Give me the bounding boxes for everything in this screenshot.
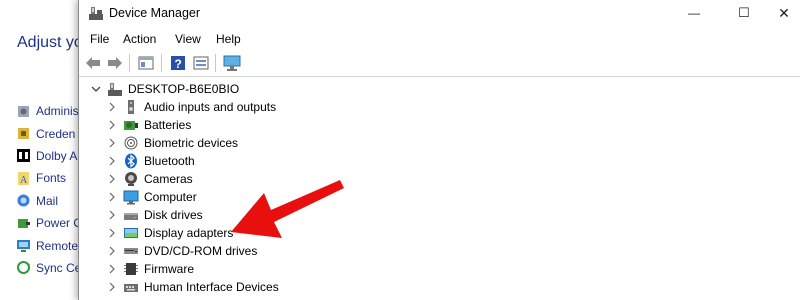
credential-manager-icon <box>16 126 31 141</box>
toolbar-separator <box>129 54 130 72</box>
control-panel-item-mail[interactable]: Mail <box>16 190 83 212</box>
fingerprint-icon <box>123 135 139 151</box>
close-button[interactable]: ✕ <box>769 3 799 23</box>
admin-tools-icon <box>16 104 31 119</box>
control-panel-window: Adjust yo Adminis Creden Dolby A A Fonts <box>0 0 83 300</box>
control-panel-list: Adminis Creden Dolby A A Fonts Mail Powe… <box>16 100 83 279</box>
properties-icon[interactable] <box>137 54 155 72</box>
tree-item-firmware[interactable]: Firmware <box>107 260 194 278</box>
toolbar-separator <box>215 54 216 72</box>
tree-item-label: Cameras <box>144 172 193 186</box>
toolbar: ? <box>79 50 800 77</box>
maximize-button[interactable]: ☐ <box>729 3 759 23</box>
hid-icon <box>123 279 139 295</box>
control-panel-item-fonts[interactable]: A Fonts <box>16 167 83 189</box>
bluetooth-icon <box>123 153 139 169</box>
tree-item-hid[interactable]: Human Interface Devices <box>107 278 279 296</box>
tree-item-batteries[interactable]: Batteries <box>107 116 191 134</box>
device-tree: DESKTOP-B6E0BIO Audio inputs and outputs… <box>79 77 800 300</box>
window-title: Device Manager <box>109 6 201 20</box>
tree-item-cameras[interactable]: Cameras <box>107 170 193 188</box>
chevron-right-icon[interactable] <box>107 210 117 220</box>
tree-item-bluetooth[interactable]: Bluetooth <box>107 152 195 170</box>
mail-icon <box>16 193 31 208</box>
chevron-down-icon[interactable] <box>91 84 101 94</box>
control-panel-item-remote[interactable]: Remote <box>16 234 83 256</box>
tree-item-label: Bluetooth <box>144 154 195 168</box>
menu-help[interactable]: Help <box>216 32 241 46</box>
control-panel-item-admin[interactable]: Adminis <box>16 100 83 122</box>
control-panel-heading: Adjust yo <box>17 34 83 51</box>
dvd-drive-icon <box>123 243 139 259</box>
minimize-button[interactable]: — <box>679 3 709 23</box>
chevron-right-icon[interactable] <box>107 156 117 166</box>
battery-icon <box>123 117 139 133</box>
tree-item-dvd-drives[interactable]: DVD/CD-ROM drives <box>107 242 257 260</box>
tree-item-label: DVD/CD-ROM drives <box>144 244 258 258</box>
tree-item-display-adapters[interactable]: Display adapters <box>107 224 233 242</box>
computer-icon <box>123 189 139 205</box>
chevron-right-icon[interactable] <box>107 102 117 112</box>
tree-item-label: Human Interface Devices <box>144 280 279 294</box>
update-driver-icon[interactable] <box>192 54 210 72</box>
tree-item-label: Batteries <box>144 118 192 132</box>
menu-action[interactable]: Action <box>123 32 156 46</box>
forward-icon[interactable] <box>106 54 124 72</box>
sync-center-icon <box>16 260 31 275</box>
chevron-right-icon[interactable] <box>107 246 117 256</box>
tree-item-label: Audio inputs and outputs <box>144 100 277 114</box>
chevron-right-icon[interactable] <box>107 282 117 292</box>
tree-item-label: Biometric devices <box>144 136 239 150</box>
camera-icon <box>123 171 139 187</box>
chevron-right-icon[interactable] <box>107 192 117 202</box>
disk-drive-icon <box>123 207 139 223</box>
tree-item-label: Computer <box>144 190 197 204</box>
menu-file[interactable]: File <box>90 32 109 46</box>
dolby-icon <box>16 148 31 163</box>
toolbar-separator <box>161 54 162 72</box>
tree-item-audio[interactable]: Audio inputs and outputs <box>107 98 276 116</box>
chevron-right-icon[interactable] <box>107 228 117 238</box>
tree-item-label: Disk drives <box>144 208 203 222</box>
menu-bar: File Action View Help <box>79 28 800 50</box>
help-icon[interactable]: ? <box>169 54 187 72</box>
tree-item-label: Firmware <box>144 262 194 276</box>
tree-item-biometric[interactable]: Biometric devices <box>107 134 238 152</box>
fonts-icon: A <box>16 171 31 186</box>
scan-hardware-icon[interactable] <box>223 54 241 72</box>
device-manager-window: Device Manager — ☐ ✕ File Action View He… <box>78 0 800 300</box>
firmware-icon <box>123 261 139 277</box>
computer-desktop-icon <box>107 81 123 97</box>
tree-root[interactable]: DESKTOP-B6E0BIO <box>91 80 239 98</box>
speaker-icon <box>123 99 139 115</box>
title-bar[interactable]: Device Manager — ☐ ✕ <box>79 0 800 28</box>
svg-text:?: ? <box>175 57 182 71</box>
tree-item-disk-drives[interactable]: Disk drives <box>107 206 203 224</box>
chevron-right-icon[interactable] <box>107 120 117 130</box>
display-adapter-icon <box>123 225 139 241</box>
control-panel-item-sync[interactable]: Sync Ce <box>16 257 83 279</box>
chevron-right-icon[interactable] <box>107 138 117 148</box>
svg-text:A: A <box>20 175 28 186</box>
tree-item-computer[interactable]: Computer <box>107 188 197 206</box>
control-panel-item-dolby[interactable]: Dolby A <box>16 145 83 167</box>
back-icon[interactable] <box>84 54 102 72</box>
tree-item-label: Display adapters <box>144 226 234 240</box>
chevron-right-icon[interactable] <box>107 264 117 274</box>
chevron-right-icon[interactable] <box>107 174 117 184</box>
device-manager-icon <box>88 5 104 21</box>
control-panel-item-power[interactable]: Power O <box>16 212 83 234</box>
power-options-icon <box>16 216 31 231</box>
menu-view[interactable]: View <box>175 32 201 46</box>
control-panel-item-credential[interactable]: Creden <box>16 122 83 144</box>
tree-root-label: DESKTOP-B6E0BIO <box>128 82 240 96</box>
remoteapp-icon <box>16 238 31 253</box>
